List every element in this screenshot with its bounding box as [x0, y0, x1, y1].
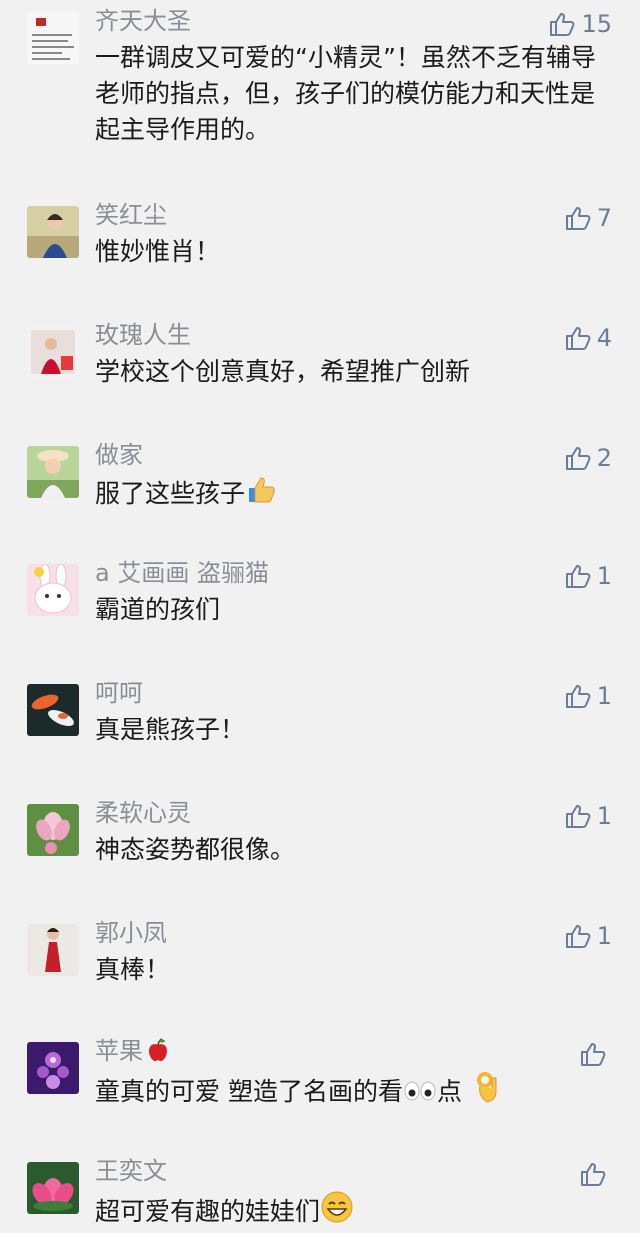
- thumbs-up-icon: [565, 923, 591, 949]
- like-count: 7: [596, 204, 612, 232]
- user-avatar[interactable]: [27, 12, 79, 64]
- user-name[interactable]: a 艾画画 盗骊猫: [95, 558, 269, 588]
- comment-text: 童真的可爱 塑造了名画的看 点: [95, 1070, 595, 1110]
- user-avatar[interactable]: [27, 1162, 79, 1214]
- thumbs-up-icon: [580, 1161, 606, 1187]
- comment-text: 神态姿势都很像。: [95, 835, 296, 864]
- thumbs-up-icon: [565, 325, 591, 351]
- comment-text: 服了这些孩子: [95, 474, 595, 512]
- like-count: 2: [596, 444, 612, 472]
- user-name[interactable]: 笑红尘: [95, 200, 167, 230]
- user-name-text: 苹果: [95, 1037, 143, 1065]
- user-avatar[interactable]: [27, 446, 79, 498]
- thumbs-up-icon: [565, 445, 591, 471]
- user-name[interactable]: 玫瑰人生: [95, 320, 191, 350]
- like-count: 1: [596, 562, 612, 590]
- thumbs-up-icon: [565, 205, 591, 231]
- like-count: 1: [596, 922, 612, 950]
- like-button[interactable]: 7: [565, 202, 612, 234]
- user-name[interactable]: 苹果: [95, 1036, 171, 1066]
- like-button[interactable]: 15: [549, 8, 612, 40]
- comment-text-body: 童真的可爱 塑造了名画的看: [95, 1077, 403, 1106]
- comment-text-body: 超可爱有趣的娃娃们: [95, 1197, 321, 1226]
- ok-hand-icon: [474, 1070, 500, 1104]
- user-name[interactable]: 王奕文: [95, 1156, 167, 1186]
- user-name[interactable]: 齐天大圣: [95, 6, 191, 36]
- like-count: 4: [596, 324, 612, 352]
- like-count: 15: [581, 10, 612, 38]
- like-count: 1: [596, 802, 612, 830]
- like-button[interactable]: 1: [565, 800, 612, 832]
- user-avatar[interactable]: [27, 684, 79, 736]
- comment-text-tail: 点: [436, 1077, 462, 1106]
- apple-icon: [145, 1037, 171, 1063]
- thumbs-up-emoji-icon: [245, 474, 277, 506]
- user-avatar[interactable]: [27, 924, 79, 976]
- like-button[interactable]: 1: [565, 920, 612, 952]
- thumbs-up-icon: [580, 1041, 606, 1067]
- like-button[interactable]: 1: [565, 680, 612, 712]
- thumbs-up-icon: [565, 803, 591, 829]
- comment-text: 真是熊孩子！: [95, 715, 246, 744]
- thumbs-up-icon: [549, 11, 575, 37]
- thumbs-up-icon: [565, 683, 591, 709]
- comment-text: 霸道的孩们: [95, 595, 221, 624]
- thumbs-up-icon: [565, 563, 591, 589]
- comment-text: 超可爱有趣的娃娃们: [95, 1190, 595, 1230]
- user-avatar[interactable]: [27, 564, 79, 616]
- comment-text: 真棒！: [95, 955, 171, 984]
- user-name[interactable]: 呵呵: [95, 678, 143, 708]
- smiling-face-icon: [320, 1190, 354, 1224]
- user-name[interactable]: 做家: [95, 440, 143, 470]
- user-avatar[interactable]: [27, 206, 79, 258]
- user-avatar[interactable]: [27, 804, 79, 856]
- eyes-icon: [403, 1078, 437, 1104]
- user-name[interactable]: 柔软心灵: [95, 798, 191, 828]
- like-button[interactable]: 2: [565, 442, 612, 474]
- like-button[interactable]: 4: [565, 322, 612, 354]
- like-count: 1: [596, 682, 612, 710]
- comment-text-body: 服了这些孩子: [95, 479, 246, 508]
- user-avatar[interactable]: [27, 326, 79, 378]
- like-button[interactable]: [580, 1158, 612, 1190]
- like-button[interactable]: [580, 1038, 612, 1070]
- comment-text: 学校这个创意真好，希望推广创新: [95, 357, 471, 386]
- comment-text: 一群调皮又可爱的“小精灵”！虽然不乏有辅导老师的指点，但，孩子们的模仿能力和天性…: [95, 43, 596, 144]
- user-avatar[interactable]: [27, 1042, 79, 1094]
- comment-text: 惟妙惟肖！: [95, 237, 221, 266]
- user-name[interactable]: 郭小凤: [95, 918, 167, 948]
- like-button[interactable]: 1: [565, 560, 612, 592]
